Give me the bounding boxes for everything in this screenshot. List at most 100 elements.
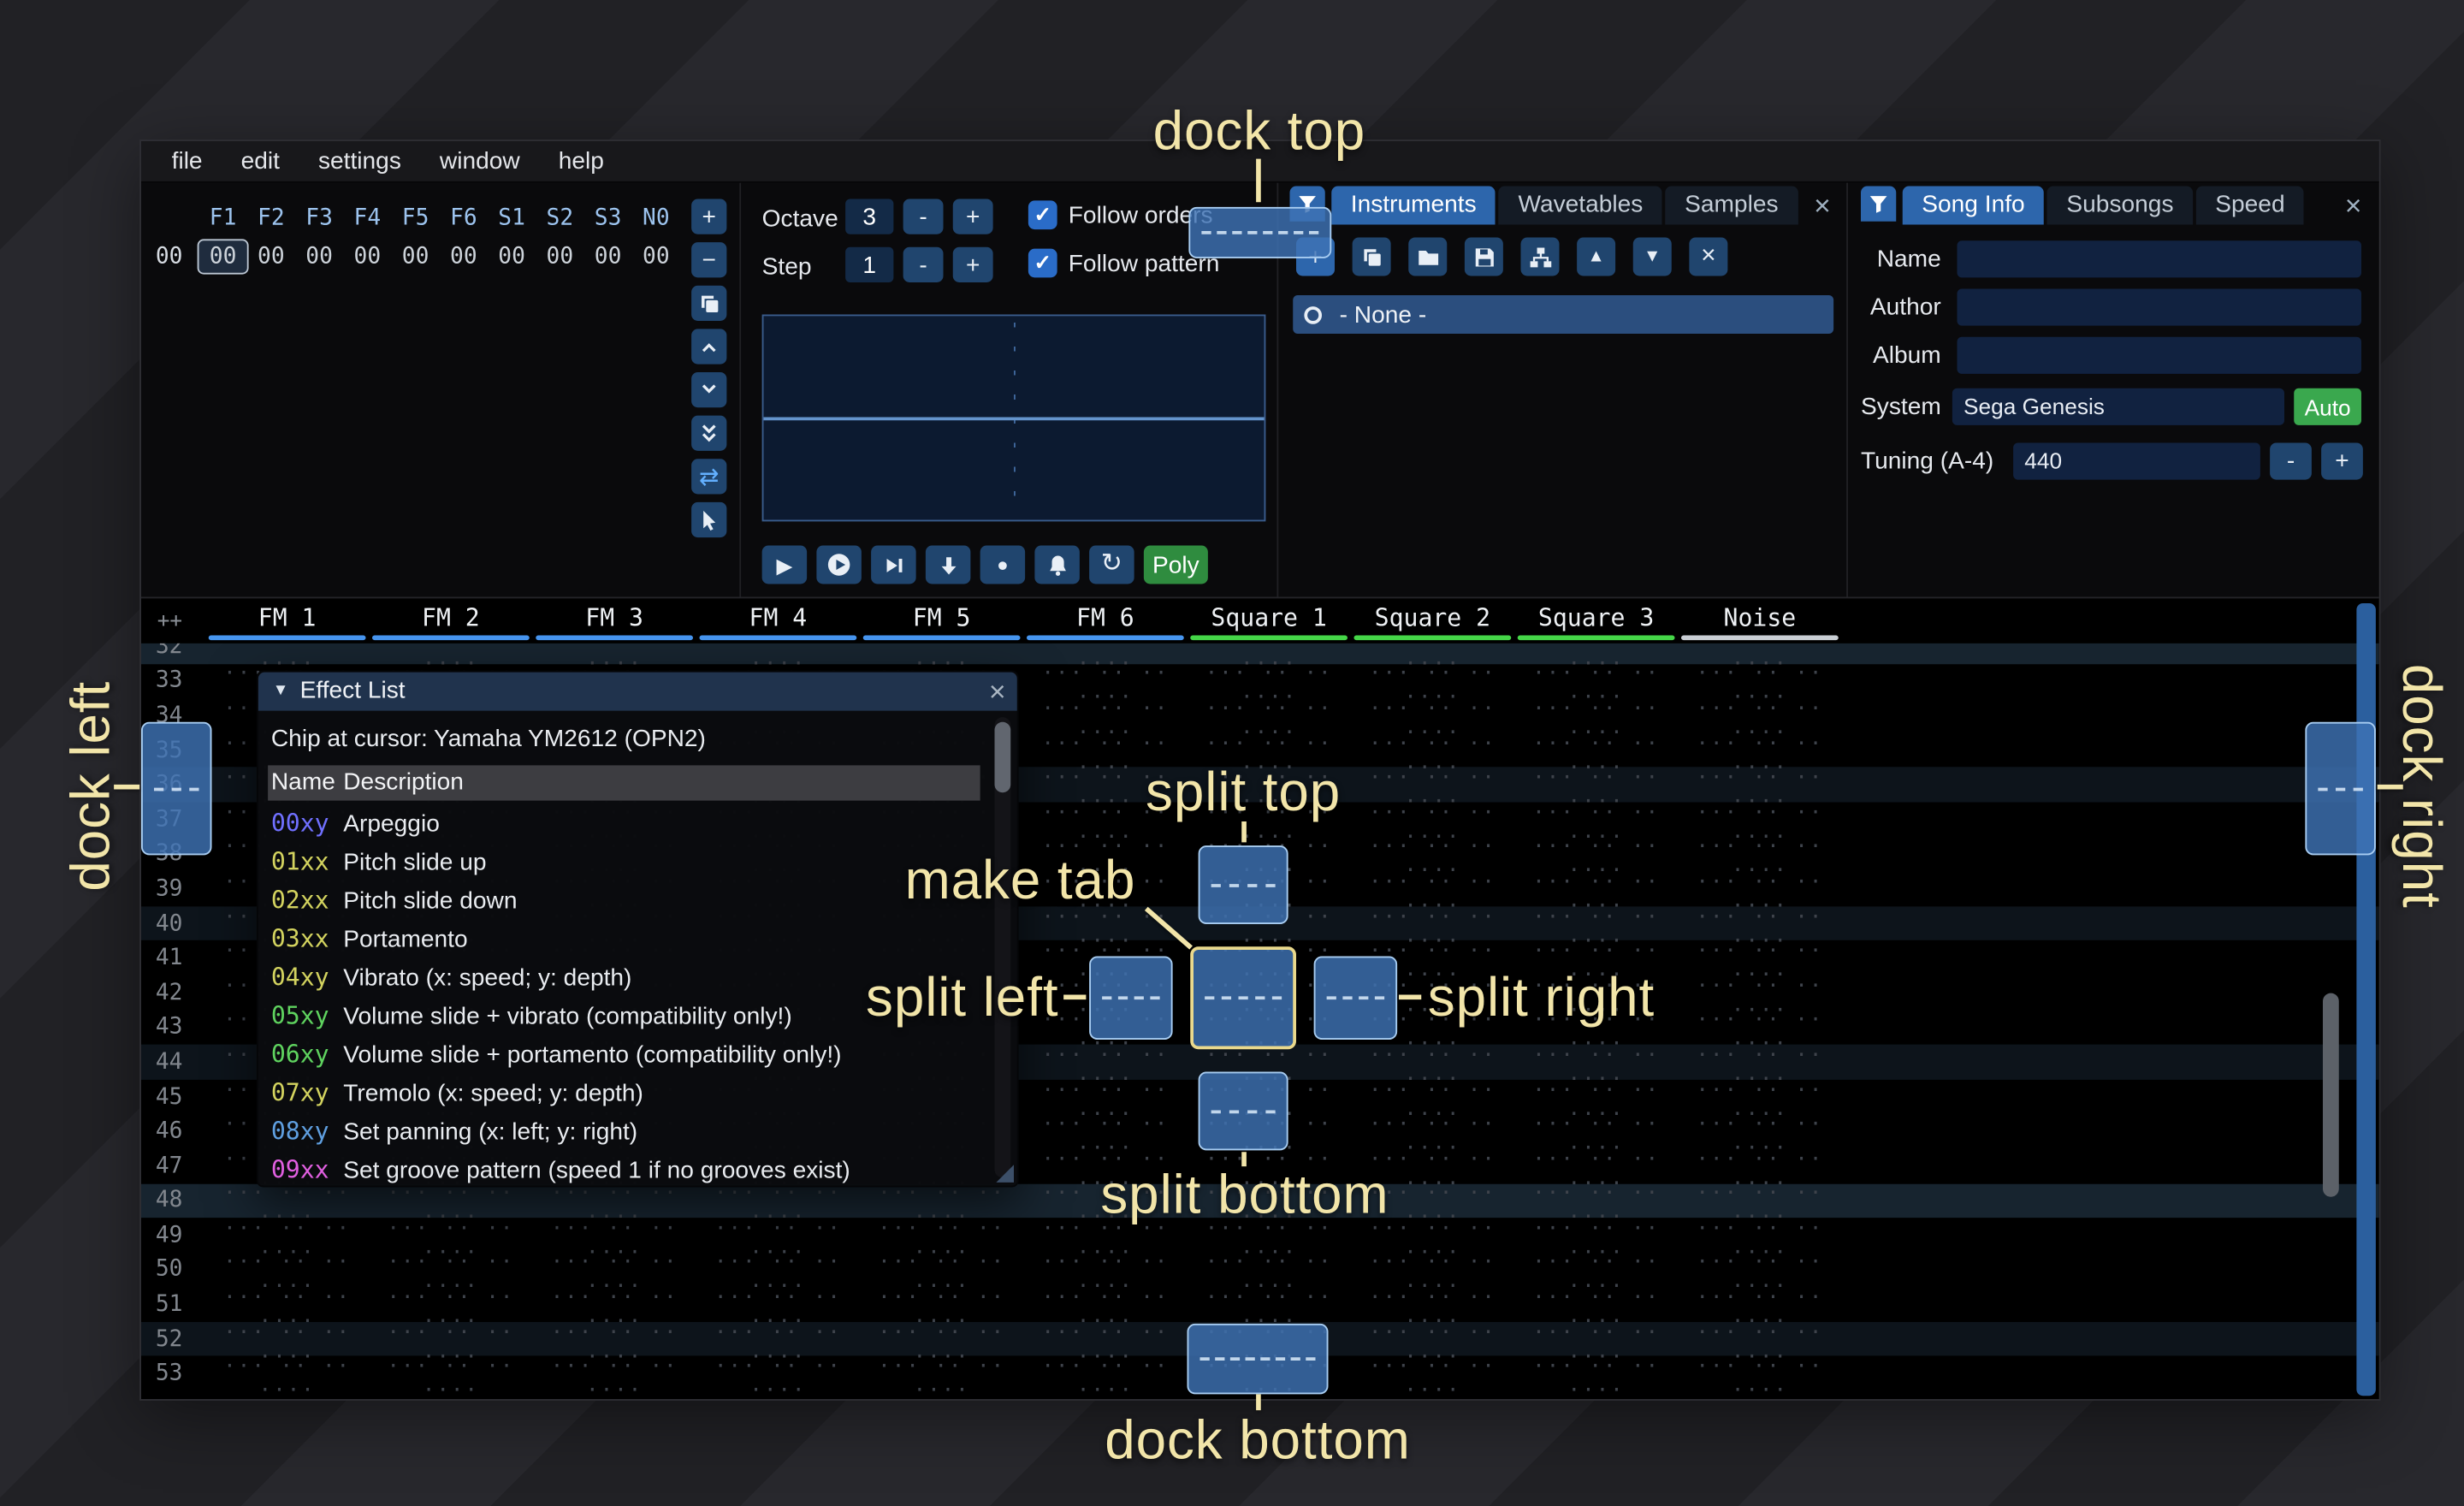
follow-pattern-checkbox[interactable]: ✓ <box>1028 249 1057 278</box>
metronome-button[interactable] <box>1034 546 1080 584</box>
pattern-cell-empty[interactable]: ... .. .. .... <box>1351 1349 1514 1397</box>
order-cell[interactable]: 00 <box>247 240 295 273</box>
effect-row[interactable]: 07xy Tremolo (x: speed; y: depth) <box>258 1073 993 1112</box>
effect-row[interactable]: 08xy Set panning (x: left; y: right) <box>258 1112 993 1150</box>
instrument-delete-button[interactable]: × <box>1689 238 1727 276</box>
pattern-right-scroll-strip[interactable] <box>2356 603 2376 1396</box>
play-repeat-button[interactable] <box>816 546 862 584</box>
channel-header[interactable]: FM 5 <box>860 598 1023 643</box>
song-info-panel-close-button[interactable]: × <box>2339 187 2368 225</box>
follow-orders-checkbox[interactable]: ✓ <box>1028 200 1057 229</box>
effect-list-titlebar[interactable]: ▼ Effect List × <box>258 673 1017 711</box>
pattern-cell-empty[interactable]: ... .. .. .... <box>533 1349 696 1397</box>
pattern-expand-control[interactable]: ++ <box>157 610 182 634</box>
channel-header[interactable]: FM 4 <box>696 598 860 643</box>
pattern-scrollbar-thumb[interactable] <box>2323 993 2339 1197</box>
menu-item[interactable]: edit <box>222 140 299 182</box>
channel-header[interactable]: Square 1 <box>1188 598 1351 643</box>
step-one-row-button[interactable] <box>926 546 971 584</box>
order-add-button[interactable]: + <box>691 199 726 234</box>
text-input[interactable] <box>1958 289 2362 326</box>
instrument-move-up-button[interactable]: ▲ <box>1577 238 1615 276</box>
instrument-duplicate-button[interactable] <box>1353 238 1391 276</box>
tuning-input[interactable]: 440 <box>2013 443 2260 480</box>
play-to-cursor-button[interactable] <box>871 546 916 584</box>
tuning-decrease-button[interactable]: - <box>2270 443 2312 480</box>
poly-input-toggle[interactable]: Poly <box>1144 546 1208 584</box>
instrument-open-button[interactable] <box>1408 238 1447 276</box>
menu-item[interactable]: settings <box>299 140 420 182</box>
instruments-panel-close-button[interactable]: × <box>1808 187 1837 225</box>
song-tab[interactable]: Subsongs <box>2047 187 2193 225</box>
order-cell[interactable]: 00 <box>343 240 391 273</box>
asset-tab[interactable]: Instruments <box>1331 187 1496 225</box>
window-resize-grip[interactable] <box>996 1165 1014 1183</box>
effect-row[interactable]: 05xy Volume slide + vibrato (compatibili… <box>258 996 993 1035</box>
channel-header[interactable]: FM 1 <box>205 598 369 643</box>
stop-button[interactable]: ● <box>980 546 1026 584</box>
collapse-arrow-icon[interactable]: ▼ <box>273 673 289 711</box>
system-auto-button[interactable]: Auto <box>2294 388 2361 425</box>
order-move-down-button[interactable] <box>691 372 726 407</box>
effect-row[interactable]: 03xx Portamento <box>258 919 993 958</box>
order-remove-button[interactable]: − <box>691 242 726 277</box>
channel-header[interactable]: Square 2 <box>1351 598 1514 643</box>
step-value[interactable]: 1 <box>845 247 893 282</box>
asset-tab[interactable]: Wavetables <box>1499 187 1662 225</box>
pattern-cell-empty[interactable]: ... .. .. .... <box>1514 1349 1678 1397</box>
instrument-folders-button[interactable] <box>1521 238 1560 276</box>
instrument-add-button[interactable]: + <box>1296 238 1335 276</box>
text-input[interactable] <box>1958 240 2362 277</box>
order-duplicate-button[interactable] <box>691 286 726 321</box>
octave-value[interactable]: 3 <box>845 199 893 234</box>
octave-decrease-button[interactable]: - <box>903 199 944 234</box>
pattern-cell-empty[interactable]: ... .. .. .... <box>1023 1349 1187 1397</box>
tuning-increase-button[interactable]: + <box>2321 443 2363 480</box>
order-cell[interactable]: 00 <box>295 240 343 273</box>
pattern-cell-empty[interactable]: ... .. .. .... <box>205 1349 369 1397</box>
order-change-mode-button[interactable]: ⇄ <box>691 459 726 494</box>
order-cell[interactable]: 00 <box>392 240 440 273</box>
octave-increase-button[interactable]: + <box>953 199 993 234</box>
effect-row[interactable]: 09xx Set groove pattern (speed 1 if no g… <box>258 1150 993 1189</box>
order-cell[interactable]: 00 <box>536 240 583 273</box>
order-cell[interactable]: 00 <box>440 240 488 273</box>
step-decrease-button[interactable]: - <box>903 247 944 282</box>
channel-header[interactable]: Square 3 <box>1514 598 1678 643</box>
effect-list-close-button[interactable]: × <box>989 673 1006 711</box>
song-tab[interactable]: Speed <box>2196 187 2304 225</box>
effect-row[interactable]: 01xx Pitch slide up <box>258 842 993 880</box>
pattern-cell-empty[interactable]: ... .. .. .... <box>1678 1349 1841 1397</box>
effect-row[interactable]: 02xx Pitch slide down <box>258 880 993 919</box>
order-edit-mode-button[interactable] <box>691 502 726 537</box>
instrument-move-down-button[interactable]: ▼ <box>1633 238 1672 276</box>
channel-header[interactable]: FM 3 <box>533 598 696 643</box>
effect-row[interactable]: 06xy Volume slide + portamento (compatib… <box>258 1035 993 1073</box>
song-tab[interactable]: Song Info <box>1903 187 2044 225</box>
play-button[interactable]: ▶ <box>762 546 808 584</box>
channel-header[interactable]: FM 6 <box>1023 598 1187 643</box>
pattern-cell-empty[interactable]: ... .. .. .... <box>1188 1349 1351 1397</box>
instrument-list-item-none[interactable]: - None - <box>1293 295 1833 334</box>
menu-item[interactable]: window <box>420 140 539 182</box>
step-increase-button[interactable]: + <box>953 247 993 282</box>
instrument-save-button[interactable] <box>1465 238 1503 276</box>
channel-header[interactable]: Noise <box>1678 598 1841 643</box>
order-cell[interactable]: 00 <box>199 240 247 273</box>
order-cell[interactable]: 00 <box>584 240 632 273</box>
repeat-pattern-button[interactable]: ↻ <box>1089 546 1134 584</box>
effect-list-scrollbar[interactable] <box>995 717 1011 1177</box>
order-duplicate-to-end-button[interactable] <box>691 416 726 451</box>
asset-filter-button[interactable] <box>1290 187 1325 222</box>
system-input[interactable]: Sega Genesis <box>1952 388 2284 425</box>
menu-item[interactable]: help <box>539 140 623 182</box>
text-input[interactable] <box>1958 337 2362 374</box>
pattern-row-53[interactable]: 53... .. .. ....... .. .. ....... .. .. … <box>141 1356 2379 1390</box>
pattern-cell-empty[interactable]: ... .. .. .... <box>369 1349 532 1397</box>
effect-row[interactable]: 04xy Vibrato (x: speed; y: depth) <box>258 958 993 996</box>
pattern-cell-empty[interactable]: ... .. .. .... <box>860 1349 1023 1397</box>
menu-item[interactable]: file <box>152 140 222 182</box>
song-filter-button[interactable] <box>1861 187 1896 222</box>
effect-row[interactable]: 00xy Arpeggio <box>258 803 993 842</box>
channel-header[interactable]: FM 2 <box>369 598 532 643</box>
